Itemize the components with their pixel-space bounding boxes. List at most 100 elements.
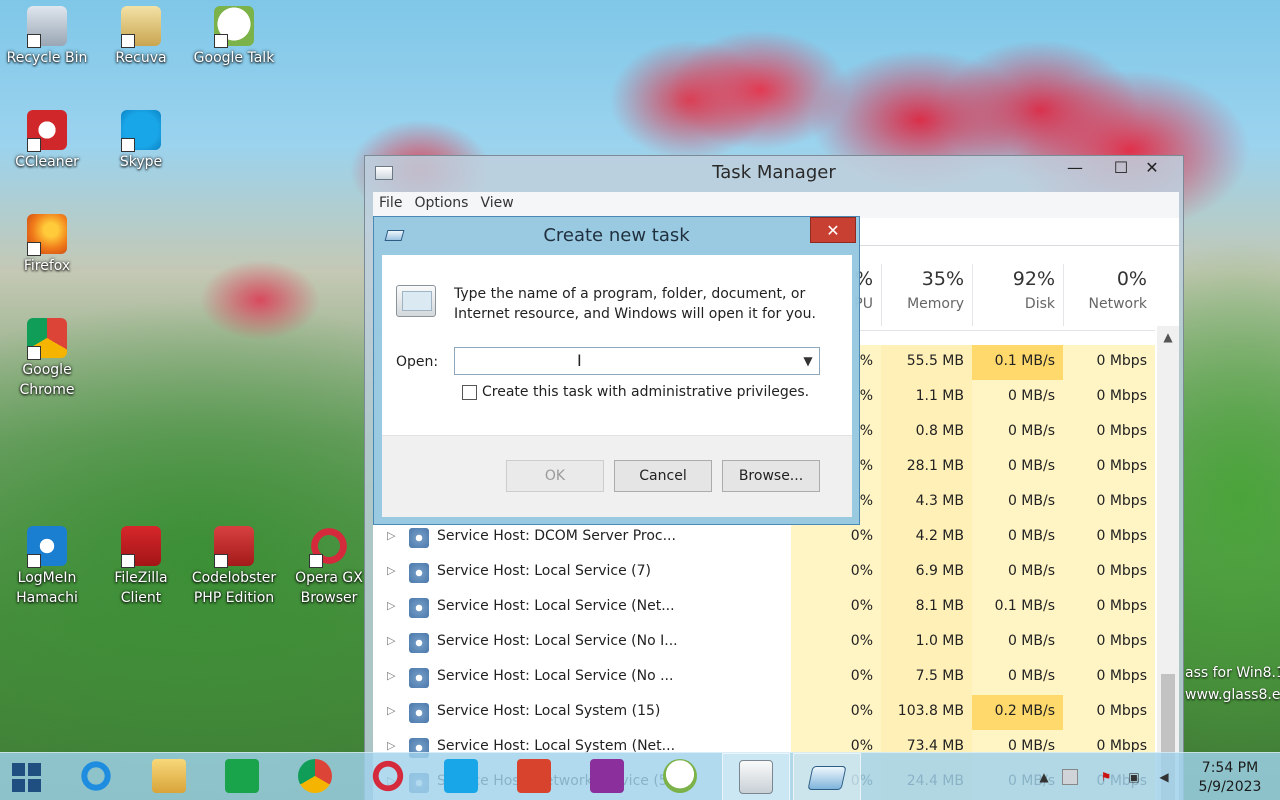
windows-logo-icon [12, 779, 25, 792]
clock-date: 5/9/2023 [1198, 779, 1262, 795]
table-row[interactable]: ▷ Service Host: Local System (15) 0% 103.8 … [373, 695, 1155, 730]
menu-file[interactable]: File [373, 192, 408, 218]
desktop-icon-codelobster[interactable]: Codelobster PHP Edition [188, 526, 280, 608]
taskbar-opera[interactable] [360, 753, 416, 800]
disk-cell: 0 MB/s [972, 415, 1063, 450]
expand-chevron-icon[interactable]: ▷ [387, 739, 395, 752]
open-combobox[interactable]: I ▼ [454, 347, 820, 375]
desktop-icon-label: Recycle Bin [6, 50, 88, 66]
gear-icon [409, 703, 429, 723]
admin-privileges-label[interactable]: Create this task with administrative pri… [482, 384, 809, 400]
desktop-icon-skype[interactable]: Skype [95, 110, 187, 172]
clock-time: 7:54 PM [1201, 760, 1259, 776]
table-row[interactable]: ▷ Service Host: Local Service (Net... 0% 8.… [373, 590, 1155, 625]
network-cell: 0 Mbps [1063, 450, 1155, 485]
action-center-icon[interactable]: ⚑ [1098, 769, 1114, 785]
cpu-cell: 0% [791, 625, 881, 660]
menu-bar: File Options View [373, 192, 1179, 218]
desktop-icon-filezilla[interactable]: FileZilla Client [95, 526, 187, 608]
taskbar-music[interactable] [506, 753, 562, 800]
taskbar-clock[interactable]: 7:54 PM 5/9/2023 [1188, 759, 1272, 797]
expand-chevron-icon[interactable]: ▷ [387, 669, 395, 682]
text-cursor-icon: I [577, 351, 582, 370]
taskbar-file-explorer[interactable] [141, 753, 197, 800]
close-button[interactable]: ✕ [1127, 156, 1177, 182]
expand-chevron-icon[interactable]: ▷ [387, 529, 395, 542]
scroll-up-icon[interactable]: ▲ [1157, 330, 1179, 344]
vertical-scrollbar[interactable]: ▲ [1157, 326, 1179, 800]
desktop-icon-recuva[interactable]: Recuva [95, 6, 187, 68]
network-cell: 0 Mbps [1063, 415, 1155, 450]
desktop-icon-label: Opera GX Browser [295, 570, 363, 606]
disk-cell: 0 MB/s [972, 485, 1063, 520]
memory-cell: 1.0 MB [881, 625, 972, 660]
desktop-icon-label: Codelobster PHP Edition [191, 570, 277, 606]
desktop-icon-logmein-hamachi[interactable]: LogMeIn Hamachi [1, 526, 93, 608]
cpu-cell: 0% [791, 590, 881, 625]
expand-chevron-icon[interactable]: ▷ [387, 634, 395, 647]
menu-view[interactable]: View [474, 192, 519, 218]
taskbar-skype[interactable] [433, 753, 489, 800]
column-header-memory[interactable]: 35% Memory [881, 264, 972, 326]
ok-button[interactable]: OK [506, 460, 604, 492]
volume-muted-icon[interactable]: ◀ [1156, 769, 1172, 785]
cpu-cell: 0% [791, 660, 881, 695]
taskbar-chrome[interactable] [287, 753, 343, 800]
disk-cell: 0 MB/s [972, 555, 1063, 590]
google-talk-icon [663, 759, 697, 793]
chrome-icon [27, 318, 67, 360]
table-row[interactable]: ▷ Service Host: DCOM Server Proc... 0% 4.2 … [373, 520, 1155, 555]
desktop-icon-label: CCleaner [15, 154, 79, 170]
desktop-icon-google-talk[interactable]: Google Talk [188, 6, 280, 68]
network-icon[interactable]: ▣ [1126, 769, 1142, 785]
expand-chevron-icon[interactable]: ▷ [387, 599, 395, 612]
network-total: 0% [1116, 268, 1147, 290]
taskbar-internet-explorer[interactable] [68, 753, 124, 800]
column-header-disk[interactable]: 92% Disk [972, 264, 1063, 326]
create-new-task-dialog[interactable]: Create new task ✕ Type the name of a pro… [373, 216, 860, 525]
desktop-icon-opera-gx[interactable]: Opera GX Browser [283, 526, 375, 608]
dialog-close-button[interactable]: ✕ [810, 217, 856, 243]
desktop-watermark: ass for Win8.1 www.glass8.eu [1185, 662, 1280, 706]
expand-chevron-icon[interactable]: ▷ [387, 564, 395, 577]
tray-app-icon[interactable] [1062, 769, 1078, 785]
desktop-icon-firefox[interactable]: Firefox [1, 214, 93, 276]
desktop-icon-ccleaner[interactable]: CCleaner [1, 110, 93, 172]
desktop-icon-google-chrome[interactable]: Google Chrome [1, 318, 93, 400]
table-row[interactable]: ▷ Service Host: Local Service (No ... 0% 7.… [373, 660, 1155, 695]
table-row[interactable]: ▷ Service Host: Local Service (7) 0% 6.9 MB… [373, 555, 1155, 590]
expand-chevron-icon[interactable]: ▷ [387, 704, 395, 717]
taskbar-store[interactable] [214, 753, 270, 800]
taskbar-google-talk[interactable] [652, 753, 708, 800]
hamachi-icon [27, 526, 67, 568]
taskbar-run[interactable] [793, 753, 861, 800]
gear-icon [409, 528, 429, 548]
disk-cell: 0.1 MB/s [972, 590, 1063, 625]
menu-options[interactable]: Options [408, 192, 474, 218]
admin-privileges-checkbox[interactable] [462, 385, 477, 400]
process-name: Service Host: Local System (15) [437, 703, 661, 719]
task-manager-titlebar[interactable]: Task Manager — ☐ ✕ [365, 156, 1183, 190]
column-header-network[interactable]: 0% Network [1063, 264, 1155, 326]
cancel-button[interactable]: Cancel [614, 460, 712, 492]
windows-logo-icon [12, 763, 25, 776]
minimize-button[interactable]: — [1053, 156, 1097, 182]
desktop-icon-recycle-bin[interactable]: Recycle Bin [1, 6, 93, 68]
chevron-up-icon[interactable]: ▲ [1036, 769, 1052, 785]
browse-button[interactable]: Browse... [722, 460, 820, 492]
network-cell: 0 Mbps [1063, 485, 1155, 520]
skype-icon [121, 110, 161, 152]
open-input[interactable] [455, 348, 795, 374]
taskbar-onenote[interactable] [579, 753, 635, 800]
dialog-titlebar[interactable]: Create new task ✕ [374, 217, 859, 253]
chevron-down-icon[interactable]: ▼ [797, 348, 819, 374]
disk-cell: 0 MB/s [972, 380, 1063, 415]
table-row[interactable]: ▷ Service Host: Local Service (No I... 0% 1… [373, 625, 1155, 660]
gear-icon [409, 598, 429, 618]
memory-cell: 4.3 MB [881, 485, 972, 520]
taskbar-task-manager[interactable] [722, 753, 790, 800]
start-button[interactable] [12, 763, 42, 793]
memory-cell: 28.1 MB [881, 450, 972, 485]
desktop-icon-label: Skype [119, 154, 163, 170]
memory-total: 35% [921, 268, 964, 290]
